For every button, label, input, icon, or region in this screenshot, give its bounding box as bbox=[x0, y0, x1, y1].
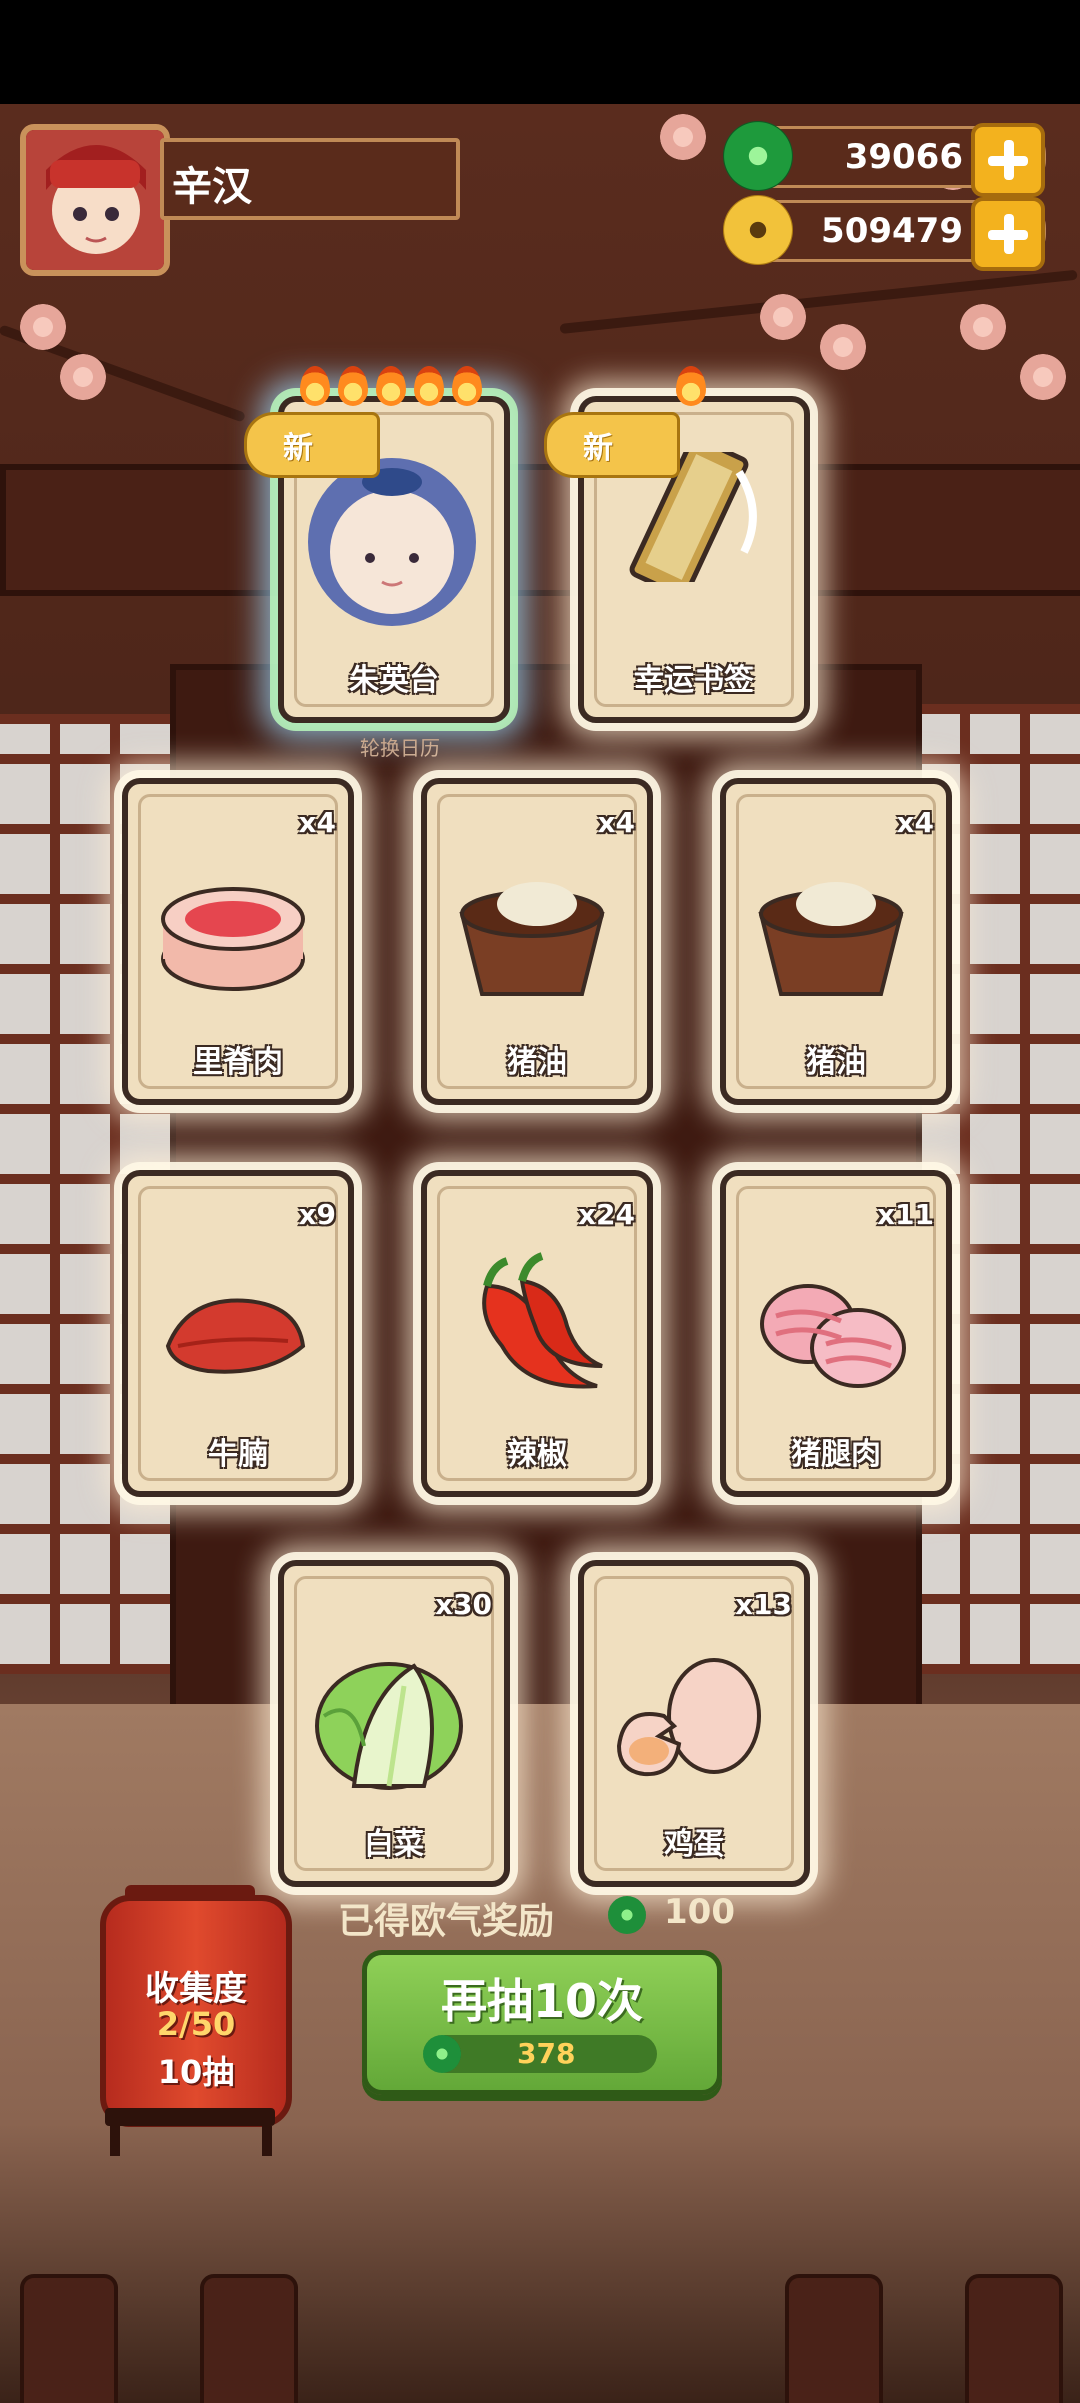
flame-icon bbox=[376, 366, 406, 406]
jade-icon bbox=[608, 1896, 646, 1934]
fence-post bbox=[200, 2274, 298, 2403]
egg-icon bbox=[616, 1658, 761, 1777]
blossom bbox=[20, 304, 66, 350]
add-coin-button[interactable] bbox=[971, 197, 1045, 271]
reward-card[interactable]: x11 猪腿肉 bbox=[720, 1170, 952, 1497]
pork-leg-icon bbox=[760, 1284, 906, 1388]
card-name: 里脊肉 bbox=[193, 1045, 283, 1080]
featured-card-character[interactable]: 朱英台 新 bbox=[244, 366, 510, 723]
featured-card-bookmark[interactable]: 幸运书签 新 bbox=[544, 366, 810, 723]
fence-post bbox=[20, 2274, 118, 2403]
new-badge-text: 新 bbox=[583, 431, 613, 466]
reward-card[interactable]: x9 牛腩 bbox=[122, 1170, 354, 1497]
card-name: 猪油 bbox=[806, 1045, 866, 1080]
collection-progress: 2/50 bbox=[156, 2005, 236, 2043]
lard-icon bbox=[758, 882, 904, 996]
player-name-bar: 辛汉 bbox=[160, 138, 460, 220]
chili-pepper-icon bbox=[482, 1252, 603, 1389]
reward-card[interactable]: x4 猪油 bbox=[720, 778, 952, 1105]
coin-icon bbox=[723, 195, 793, 265]
character-portrait-icon bbox=[26, 130, 164, 270]
card-name: 猪腿肉 bbox=[791, 1437, 881, 1472]
jade-icon bbox=[723, 121, 793, 191]
flame-icon bbox=[338, 366, 368, 406]
blossom bbox=[660, 114, 706, 160]
card-name: 幸运书签 bbox=[634, 663, 754, 698]
flame-icon bbox=[676, 366, 706, 406]
roof-beam bbox=[0, 464, 1080, 596]
card-count: x30 bbox=[434, 1588, 492, 1621]
flame-icon bbox=[414, 366, 444, 406]
card-name: 鸡蛋 bbox=[664, 1827, 724, 1862]
reward-value: 100 bbox=[664, 1892, 735, 1932]
card-name: 朱英台 bbox=[349, 663, 439, 698]
jade-balance: 39066 bbox=[723, 121, 1046, 197]
reward-card[interactable]: x30 白菜 bbox=[278, 1560, 510, 1887]
rotation-calendar-label[interactable]: 轮换日历 bbox=[360, 732, 480, 761]
collection-title: 收集度 bbox=[145, 1969, 247, 2009]
blossom bbox=[760, 294, 806, 340]
flame-icon bbox=[452, 366, 482, 406]
brisket-icon bbox=[165, 1298, 306, 1374]
new-badge: 新 bbox=[544, 412, 680, 478]
new-badge-text: 新 bbox=[283, 431, 313, 466]
blossom bbox=[1020, 354, 1066, 400]
new-badge: 新 bbox=[244, 412, 380, 478]
jade-icon bbox=[423, 2035, 461, 2073]
lantern-leg bbox=[110, 2126, 120, 2156]
tenderloin-icon bbox=[161, 887, 305, 991]
fence-post bbox=[965, 2274, 1063, 2403]
card-name: 白菜 bbox=[364, 1827, 424, 1862]
card-count: x4 bbox=[298, 806, 336, 839]
blossom bbox=[820, 324, 866, 370]
player-avatar[interactable] bbox=[20, 124, 170, 276]
blossom bbox=[960, 304, 1006, 350]
reward-card[interactable]: x13 鸡蛋 bbox=[578, 1560, 810, 1887]
reward-card[interactable]: x4 里脊肉 bbox=[122, 778, 354, 1105]
lantern-stand bbox=[105, 2108, 275, 2126]
card-name: 猪油 bbox=[507, 1045, 567, 1080]
card-count: x9 bbox=[298, 1198, 336, 1231]
napa-cabbage-icon bbox=[315, 1662, 463, 1790]
reward-label: 已得欧气奖励 bbox=[338, 1901, 555, 1942]
coin-balance: 509479 bbox=[723, 195, 1046, 271]
card-count: x13 bbox=[734, 1588, 792, 1621]
coin-amount: 509479 bbox=[821, 211, 963, 251]
add-jade-button[interactable] bbox=[971, 123, 1045, 197]
card-name: 牛腩 bbox=[208, 1437, 268, 1472]
card-count: x4 bbox=[896, 806, 934, 839]
reward-card[interactable]: x4 猪油 bbox=[421, 778, 653, 1105]
lard-icon bbox=[459, 882, 605, 996]
player-name: 辛汉 bbox=[172, 164, 252, 210]
blossom bbox=[60, 354, 106, 400]
card-count: x4 bbox=[597, 806, 635, 839]
lantern-leg bbox=[262, 2126, 272, 2156]
flame-icon bbox=[300, 366, 330, 406]
draw-cost: 378 bbox=[517, 2037, 576, 2070]
jade-amount: 39066 bbox=[844, 137, 963, 177]
card-count: x11 bbox=[876, 1198, 934, 1231]
collection-progress-lantern[interactable]: 收集度 2/50 10抽 bbox=[100, 1895, 292, 2127]
draw-again-label: 再抽10次 bbox=[440, 1974, 643, 2028]
card-count: x24 bbox=[577, 1198, 635, 1231]
draw-again-button[interactable]: 再抽10次 378 bbox=[362, 1950, 722, 2095]
card-name: 辣椒 bbox=[507, 1437, 567, 1472]
collection-draws: 10抽 bbox=[157, 2053, 235, 2091]
reward-card[interactable]: x24 辣椒 bbox=[421, 1170, 653, 1497]
fence-post bbox=[785, 2274, 883, 2403]
